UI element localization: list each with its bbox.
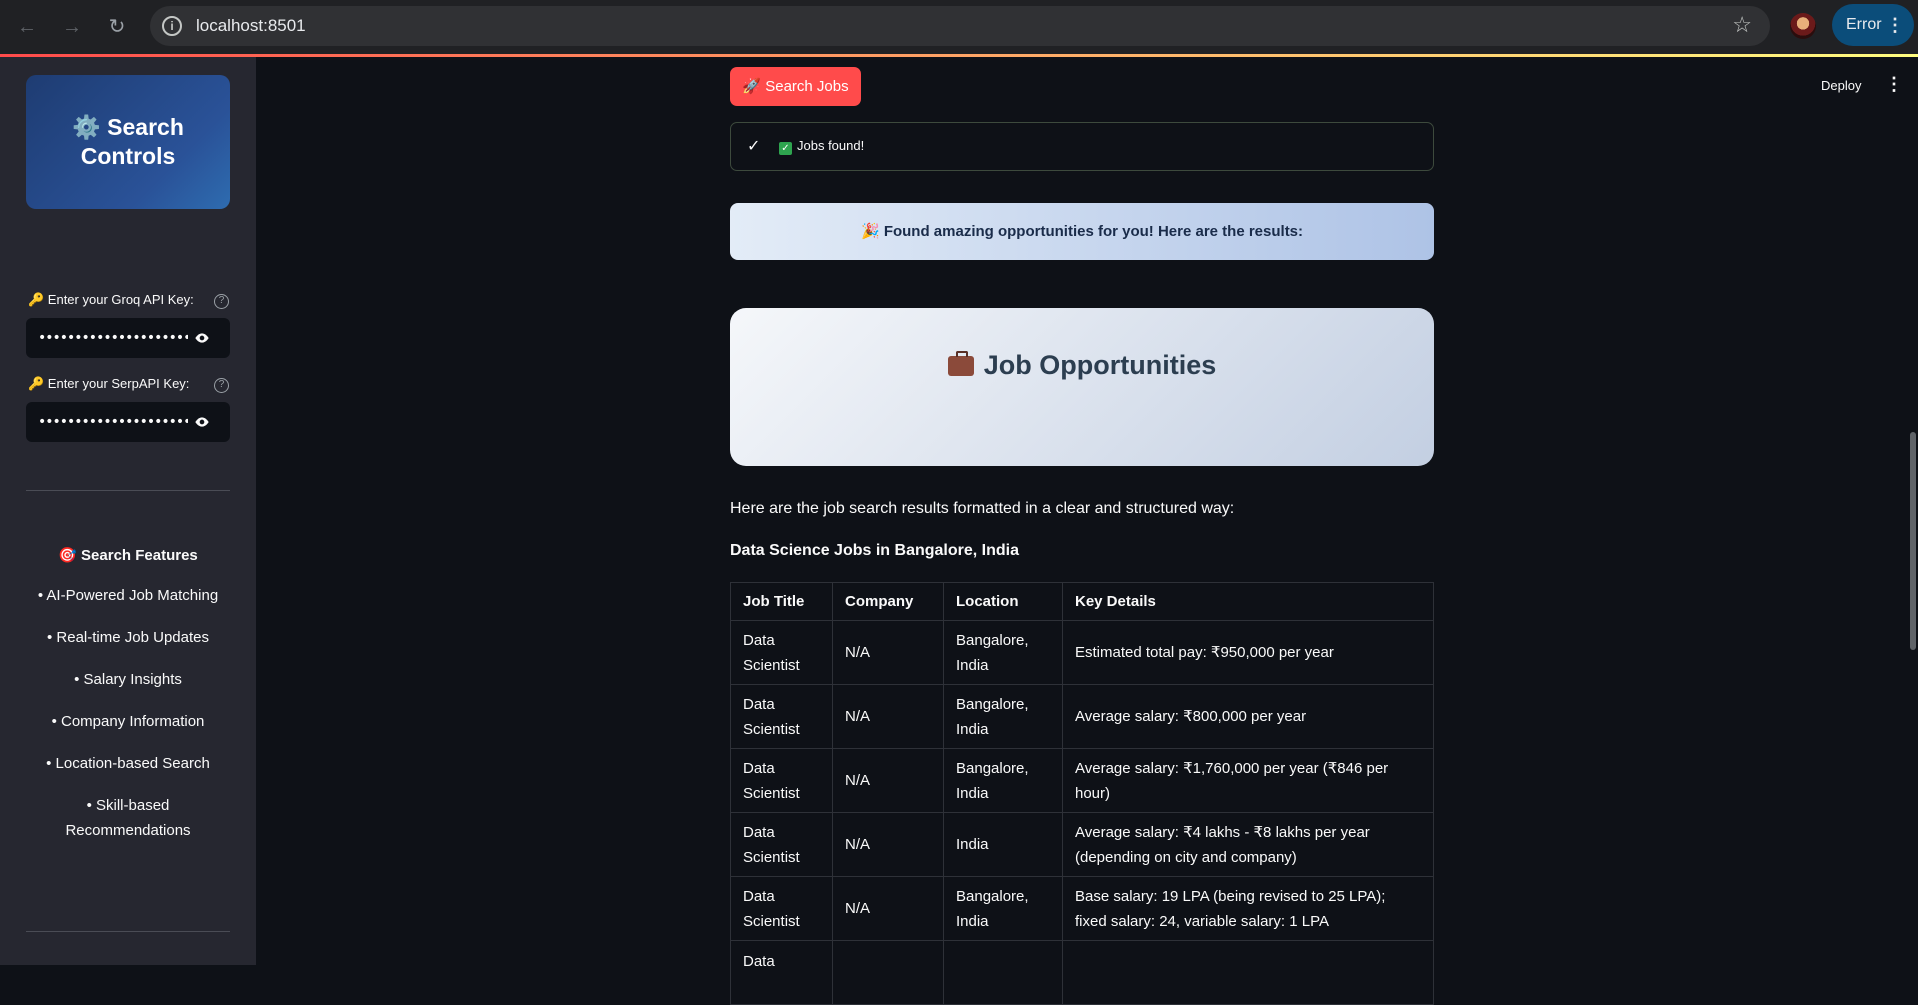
table-cell <box>1062 940 1434 1005</box>
table-cell: Data Scientist <box>730 748 833 813</box>
column-header: Company <box>832 582 944 621</box>
url-text[interactable]: localhost:8501 <box>196 16 306 36</box>
table-cell: Average salary: ₹1,760,000 per year (₹84… <box>1062 748 1434 813</box>
feature-item: • Real-time Job Updates <box>47 629 209 646</box>
help-icon[interactable]: ? <box>214 294 229 309</box>
table-cell: N/A <box>832 684 944 749</box>
features-list: • AI-Powered Job Matching • Real-time Jo… <box>36 583 220 860</box>
check-icon: ✓ <box>747 138 761 155</box>
scrollbar[interactable] <box>1910 432 1916 650</box>
intro-text: Here are the job search results formatte… <box>730 500 1235 517</box>
serp-key-label: 🔑 Enter your SerpAPI Key: <box>28 376 190 391</box>
more-vert-icon[interactable]: ⋮ <box>1886 4 1904 46</box>
error-label: Error <box>1846 16 1882 33</box>
jobs-table: Job Title Company Location Key Details D… <box>730 582 1434 1005</box>
serp-key-field[interactable] <box>26 402 230 442</box>
status-alert: ✓ ✓ Jobs found! <box>730 122 1434 171</box>
card-title: Job Opportunities <box>983 350 1217 380</box>
table-cell: Base salary: 19 LPA (being revised to 25… <box>1062 876 1434 941</box>
table-cell: Data <box>730 940 833 1005</box>
feature-item: • Salary Insights <box>74 671 182 688</box>
groq-key-field[interactable] <box>26 318 230 358</box>
serp-key-input[interactable] <box>38 402 188 442</box>
search-jobs-button[interactable]: 🚀 Search Jobs <box>730 67 861 106</box>
table-row: Data Scientist N/A India Average salary:… <box>730 812 1434 877</box>
table-header-row: Job Title Company Location Key Details <box>730 582 1434 621</box>
table-cell: N/A <box>832 620 944 685</box>
sidebar-header: ⚙️ Search Controls <box>26 75 230 209</box>
column-header: Key Details <box>1062 582 1434 621</box>
groq-key-label: 🔑 Enter your Groq API Key: <box>28 292 194 307</box>
column-header: Job Title <box>730 582 833 621</box>
briefcase-icon <box>947 351 974 376</box>
table-cell: Bangalore, India <box>943 748 1063 813</box>
sidebar-divider <box>26 931 230 932</box>
browser-toolbar: ← → ↻ i localhost:8501 ☆ Error ⋮ <box>0 0 1918 57</box>
checkbox-emoji-icon: ✓ <box>779 142 792 155</box>
address-bar[interactable]: i localhost:8501 ☆ <box>150 6 1770 46</box>
table-cell: Data Scientist <box>730 620 833 685</box>
table-cell: Data Scientist <box>730 812 833 877</box>
status-message: Jobs found! <box>797 138 865 153</box>
forward-arrow-icon[interactable]: → <box>59 14 85 40</box>
results-banner: 🎉 Found amazing opportunities for you! H… <box>730 203 1434 260</box>
table-row: Data Scientist N/A Bangalore, India Esti… <box>730 620 1434 685</box>
table-cell <box>832 940 944 1005</box>
table-cell: Average salary: ₹800,000 per year <box>1062 684 1434 749</box>
feature-item: • Location-based Search <box>46 755 210 772</box>
profile-avatar[interactable] <box>1790 13 1816 39</box>
features-title: 🎯 Search Features <box>58 547 198 564</box>
back-arrow-icon[interactable]: ← <box>14 14 40 40</box>
table-cell: India <box>943 812 1063 877</box>
table-cell: N/A <box>832 876 944 941</box>
error-button[interactable]: Error ⋮ <box>1832 4 1914 46</box>
table-cell: Bangalore, India <box>943 876 1063 941</box>
table-cell: Estimated total pay: ₹950,000 per year <box>1062 620 1434 685</box>
table-cell: Bangalore, India <box>943 684 1063 749</box>
opportunities-card: Job Opportunities <box>730 308 1434 466</box>
table-cell: N/A <box>832 748 944 813</box>
reload-icon[interactable]: ↻ <box>104 14 130 40</box>
table-cell: Data Scientist <box>730 876 833 941</box>
groq-key-input[interactable] <box>38 318 188 358</box>
table-cell: Bangalore, India <box>943 620 1063 685</box>
table-row: Data Scientist N/A Bangalore, India Aver… <box>730 748 1434 813</box>
help-icon[interactable]: ? <box>214 378 229 393</box>
feature-item: • AI-Powered Job Matching <box>37 587 219 604</box>
column-header: Location <box>943 582 1063 621</box>
table-row: Data Scientist N/A Bangalore, India Base… <box>730 876 1434 941</box>
results-subheading: Data Science Jobs in Bangalore, India <box>730 542 1019 559</box>
deploy-button[interactable]: Deploy <box>1821 78 1861 93</box>
table-cell: Average salary: ₹4 lakhs - ₹8 lakhs per … <box>1062 812 1434 877</box>
sidebar-divider <box>26 490 230 491</box>
table-cell: Data Scientist <box>730 684 833 749</box>
site-info-icon[interactable]: i <box>162 16 182 36</box>
table-row: Data <box>730 940 1434 1005</box>
show-password-icon[interactable] <box>194 330 210 346</box>
show-password-icon[interactable] <box>194 414 210 430</box>
feature-item: • Skill-based Recommendations <box>65 797 191 839</box>
bookmark-star-icon[interactable]: ☆ <box>1732 12 1752 38</box>
table-row: Data Scientist N/A Bangalore, India Aver… <box>730 684 1434 749</box>
table-cell: N/A <box>832 812 944 877</box>
table-cell <box>943 940 1063 1005</box>
main-menu-icon[interactable]: ⋮ <box>1885 74 1903 95</box>
feature-item: • Company Information <box>51 713 205 730</box>
